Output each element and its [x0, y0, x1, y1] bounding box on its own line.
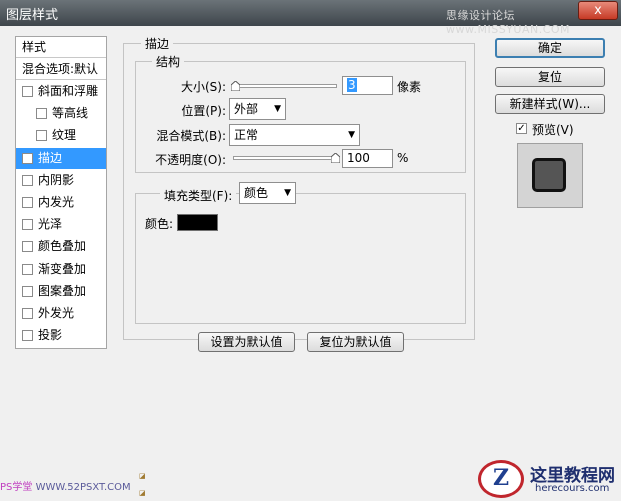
check-icon: ✓: [517, 123, 526, 134]
style-list-item[interactable]: 渐变叠加: [16, 259, 106, 280]
opacity-slider[interactable]: [233, 156, 337, 160]
style-list-item[interactable]: 内发光: [16, 192, 106, 213]
close-icon: x: [594, 3, 602, 18]
new-style-button[interactable]: 新建样式(W)...: [495, 94, 605, 114]
checkbox[interactable]: ✓: [22, 152, 33, 164]
style-list-item[interactable]: 等高线: [16, 103, 106, 124]
fill-type-select[interactable]: 颜色 ▼: [239, 182, 296, 204]
style-list-item[interactable]: ✓ 描边: [16, 147, 106, 169]
reset-default-button[interactable]: 复位为默认值: [307, 332, 404, 352]
window-title: 图层样式: [6, 8, 59, 23]
reset-button[interactable]: 复位: [495, 67, 605, 87]
checkbox[interactable]: [22, 330, 33, 342]
size-input[interactable]: 3: [342, 76, 393, 95]
checkbox[interactable]: [22, 219, 33, 231]
preview-checkbox[interactable]: ✓: [516, 123, 527, 134]
fill-type-group: [135, 193, 466, 324]
watermark-brand: PS学堂: [0, 482, 33, 493]
style-list-item-label: 描边: [38, 150, 63, 165]
style-list-item[interactable]: 内阴影: [16, 170, 106, 191]
checkbox[interactable]: [22, 86, 33, 97]
style-list-item-label: 等高线: [52, 106, 89, 121]
set-default-button[interactable]: 设置为默认值: [198, 332, 295, 352]
position-select[interactable]: 外部 ▼: [229, 98, 286, 120]
color-label: 颜色:: [145, 217, 174, 231]
opacity-input[interactable]: 100: [342, 149, 393, 168]
site-logo-icon: Z: [478, 460, 524, 498]
size-slider-thumb[interactable]: [231, 81, 240, 91]
chevron-down-icon: ▼: [284, 188, 291, 198]
blend-mode-select[interactable]: 正常 ▼: [229, 124, 360, 146]
style-list: 样式 混合选项:默认 斜面和浮雕等高线纹理 ✓ 描边内阴影内发光光泽颜色叠加渐变叠加…: [15, 36, 107, 349]
site-logo-url: herecours.com: [535, 483, 610, 494]
watermark-url: WWW.52PSXT.COM: [35, 482, 131, 493]
style-list-item[interactable]: 外发光: [16, 303, 106, 324]
chevron-down-icon: ▼: [274, 104, 281, 114]
opacity-slider-thumb[interactable]: [331, 153, 340, 163]
opacity-label: 不透明度(O):: [155, 153, 226, 167]
close-button[interactable]: x: [578, 1, 618, 20]
style-list-item-label: 纹理: [52, 128, 77, 143]
style-list-header[interactable]: 样式: [16, 37, 106, 58]
style-list-item-label: 内发光: [38, 195, 75, 209]
style-list-item[interactable]: 投影: [16, 325, 106, 346]
style-list-item-label: 图案叠加: [38, 283, 87, 298]
style-list-item[interactable]: 纹理: [16, 125, 106, 146]
style-list-item-label: 投影: [38, 328, 63, 343]
ok-button[interactable]: 确定: [495, 38, 605, 58]
style-list-item[interactable]: 图案叠加: [16, 281, 106, 302]
checkbox[interactable]: [22, 197, 33, 208]
style-list-item[interactable]: 颜色叠加: [16, 236, 106, 257]
checkbox[interactable]: [22, 285, 33, 297]
fill-type-label: 填充类型(F):: [160, 187, 237, 204]
style-list-item-label: 渐变叠加: [38, 261, 87, 276]
checkbox[interactable]: [22, 241, 33, 253]
checkbox[interactable]: [22, 174, 33, 186]
watermark-bottom-left: PS学堂 WWW.52PSXT.COM: [0, 478, 131, 493]
size-unit: 像素: [397, 80, 422, 94]
style-list-item-label: 外发光: [38, 306, 75, 320]
checkbox[interactable]: [22, 308, 33, 319]
checkbox[interactable]: [36, 130, 47, 142]
style-preview: [517, 143, 583, 208]
size-slider[interactable]: [233, 84, 337, 88]
style-list-item[interactable]: 光泽: [16, 214, 106, 235]
resize-grip-icon: ◪: [139, 472, 146, 480]
style-list-item-label: 内阴影: [38, 172, 75, 187]
title-bar: 图层样式 思缘设计论坛 www.MISSYUAN.COM x: [0, 0, 621, 36]
checkbox[interactable]: [36, 108, 47, 120]
blend-options-item[interactable]: 混合选项:默认: [16, 59, 106, 80]
blend-mode-label: 混合模式(B):: [156, 129, 226, 143]
preview-label: 预览(V): [532, 123, 574, 137]
resize-grip-icon: ◪: [139, 489, 146, 497]
opacity-unit: %: [397, 151, 409, 165]
size-label: 大小(S):: [180, 80, 226, 94]
checkbox[interactable]: [22, 263, 33, 275]
style-list-item-label: 光泽: [38, 217, 63, 232]
preview-swatch-icon: [532, 158, 566, 192]
stroke-group-title: 描边: [141, 35, 174, 52]
color-swatch[interactable]: [177, 214, 218, 231]
structure-group-title: 结构: [152, 53, 185, 70]
chevron-down-icon: ▼: [348, 130, 355, 140]
style-list-item[interactable]: 斜面和浮雕: [16, 81, 106, 102]
position-label: 位置(P):: [181, 104, 226, 118]
style-list-item-label: 斜面和浮雕: [38, 84, 99, 98]
style-list-item-label: 颜色叠加: [38, 239, 87, 254]
